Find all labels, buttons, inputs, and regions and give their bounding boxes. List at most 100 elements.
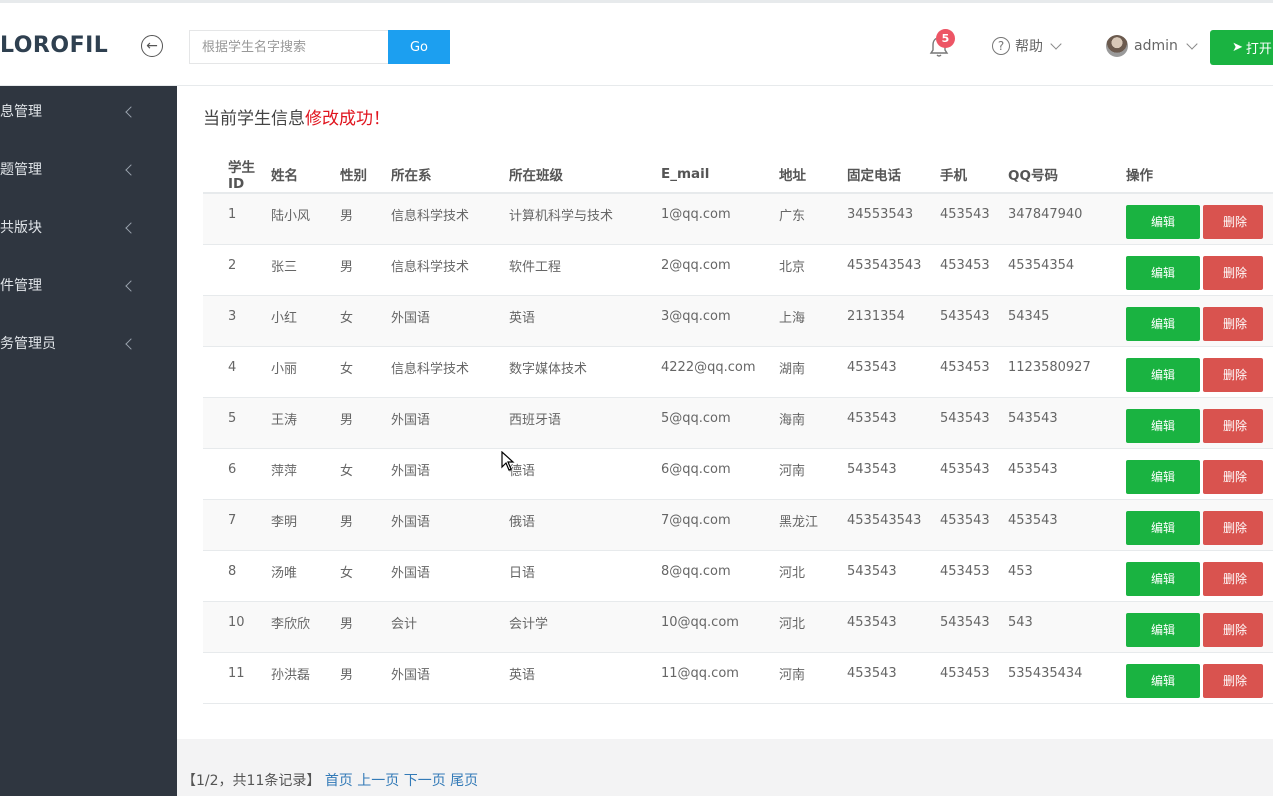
delete-button[interactable]: 删除 xyxy=(1203,256,1263,290)
sidebar-item-topics[interactable]: 题管理 xyxy=(0,144,177,202)
table-cell: 英语 xyxy=(509,295,661,347)
table-cell: 543543 xyxy=(847,550,940,602)
cell-text: 孙洪磊 xyxy=(271,667,311,683)
table-cell: 日语 xyxy=(509,550,661,602)
cell-text: 453453 xyxy=(940,563,990,579)
delete-button[interactable]: 删除 xyxy=(1203,307,1263,341)
cell-text: 黑龙江 xyxy=(779,514,819,530)
back-arrow-icon[interactable]: ← xyxy=(141,35,163,57)
last-page-link[interactable]: 尾页 xyxy=(450,773,478,789)
sidebar-item-info[interactable]: 息管理 xyxy=(0,86,177,144)
notification-badge: 5 xyxy=(936,29,955,48)
sidebar-item-label: 件管理 xyxy=(0,278,42,294)
table-cell: 8@qq.com xyxy=(661,550,779,602)
sidebar-item-label: 务管理员 xyxy=(0,336,56,352)
delete-button[interactable]: 删除 xyxy=(1203,562,1263,596)
edit-button[interactable]: 编辑 xyxy=(1126,613,1200,647)
cell-text: 453543543 xyxy=(847,512,922,528)
table-cell: 俄语 xyxy=(509,499,661,551)
cell-text: 453 xyxy=(1008,563,1033,579)
delete-button[interactable]: 删除 xyxy=(1203,460,1263,494)
column-header: 学生ID xyxy=(203,156,271,194)
help-menu[interactable]: ? 帮助 xyxy=(992,36,1062,56)
cell-text: 11 xyxy=(228,665,245,681)
edit-button[interactable]: 编辑 xyxy=(1126,358,1200,392)
table-cell: 453543543 xyxy=(847,499,940,551)
table-cell: 4222@qq.com xyxy=(661,346,779,398)
open-button[interactable]: ➤ 打开 xyxy=(1210,30,1273,65)
edit-button[interactable]: 编辑 xyxy=(1126,205,1200,239)
actions-cell: 编辑 删除 xyxy=(1126,397,1273,449)
delete-button[interactable]: 删除 xyxy=(1203,409,1263,443)
table-cell: 453453 xyxy=(940,346,1008,398)
cell-text: 453543 xyxy=(847,359,897,375)
cell-text: 2@qq.com xyxy=(661,257,731,273)
cell-text: 男 xyxy=(340,208,354,224)
cell-text: 小丽 xyxy=(271,361,298,377)
sidebar-item-admin[interactable]: 务管理员 xyxy=(0,318,177,376)
table-cell: 德语 xyxy=(509,448,661,500)
cell-text: 2 xyxy=(228,257,237,273)
cell-text: 10 xyxy=(228,614,245,630)
cell-text: 7@qq.com xyxy=(661,512,731,528)
table-cell: 河北 xyxy=(779,601,847,653)
edit-button[interactable]: 编辑 xyxy=(1126,664,1200,698)
delete-button[interactable]: 删除 xyxy=(1203,664,1263,698)
cell-text: 34553543 xyxy=(847,206,914,222)
cell-text: 453543 xyxy=(940,461,990,477)
table-cell: 小丽 xyxy=(271,346,340,398)
first-page-link[interactable]: 首页 xyxy=(325,773,353,789)
delete-button[interactable]: 删除 xyxy=(1203,358,1263,392)
sidebar-item-label: 题管理 xyxy=(0,162,42,178)
prev-page-link[interactable]: 上一页 xyxy=(357,773,399,789)
main-content: 当前学生信息修改成功！ 学生ID 姓名 性别 所在系 所在班级 E_mail 地… xyxy=(177,86,1273,796)
table-cell: 男 xyxy=(340,193,391,245)
cell-text: 会计学 xyxy=(509,616,549,632)
table-cell: 上海 xyxy=(779,295,847,347)
chevron-left-icon xyxy=(125,106,137,118)
table-row: 5 王涛 男 外国语 西班牙语 5@qq.com 海南 453543 543543 543543 编… xyxy=(203,397,1273,449)
status-message-text: 当前学生信息 xyxy=(203,109,305,129)
table-cell: 543543 xyxy=(847,448,940,500)
table-cell: 11@qq.com xyxy=(661,652,779,704)
paper-plane-icon: ➤ xyxy=(1232,40,1243,55)
next-page-link[interactable]: 下一页 xyxy=(404,773,446,789)
cell-text: 男 xyxy=(340,616,354,632)
content-panel: 当前学生信息修改成功！ 学生ID 姓名 性别 所在系 所在班级 E_mail 地… xyxy=(177,86,1273,739)
table-cell: 453543 xyxy=(940,193,1008,245)
table-cell: 4 xyxy=(203,346,271,398)
cell-text: 453453 xyxy=(940,359,990,375)
delete-button[interactable]: 删除 xyxy=(1203,511,1263,545)
delete-button[interactable]: 删除 xyxy=(1203,205,1263,239)
edit-button[interactable]: 编辑 xyxy=(1126,256,1200,290)
cell-text: 李欣欣 xyxy=(271,616,311,632)
column-header: 姓名 xyxy=(271,156,340,194)
search-go-button[interactable]: Go xyxy=(388,30,450,64)
edit-button[interactable]: 编辑 xyxy=(1126,409,1200,443)
table-cell: 535435434 xyxy=(1008,652,1126,704)
delete-button[interactable]: 删除 xyxy=(1203,613,1263,647)
edit-button[interactable]: 编辑 xyxy=(1126,307,1200,341)
cell-text: 外国语 xyxy=(391,565,431,581)
table-cell: 萍萍 xyxy=(271,448,340,500)
avatar xyxy=(1106,35,1128,57)
sidebar-item-files[interactable]: 件管理 xyxy=(0,260,177,318)
table-cell: 小红 xyxy=(271,295,340,347)
cell-text: 6@qq.com xyxy=(661,461,731,477)
table-row: 8 汤唯女外国语 日语 8@qq.com 河北 543543 453453 453 编辑 删除 xyxy=(203,550,1273,602)
table-cell: 男 xyxy=(340,601,391,653)
status-message: 当前学生信息修改成功！ xyxy=(203,104,390,129)
edit-button[interactable]: 编辑 xyxy=(1126,460,1200,494)
status-message-success: 修改成功！ xyxy=(305,109,390,129)
table-cell: 453543 xyxy=(847,397,940,449)
table-cell: 外国语 xyxy=(391,550,509,602)
table-cell: 信息科学技术 xyxy=(391,193,509,245)
sidebar-item-public[interactable]: 共版块 xyxy=(0,202,177,260)
search-input[interactable] xyxy=(189,30,388,64)
edit-button[interactable]: 编辑 xyxy=(1126,562,1200,596)
edit-button[interactable]: 编辑 xyxy=(1126,511,1200,545)
user-menu[interactable]: admin xyxy=(1106,35,1198,57)
table-cell: 453453 xyxy=(940,550,1008,602)
table-cell: 34553543 xyxy=(847,193,940,245)
table-cell: 张三 xyxy=(271,244,340,296)
